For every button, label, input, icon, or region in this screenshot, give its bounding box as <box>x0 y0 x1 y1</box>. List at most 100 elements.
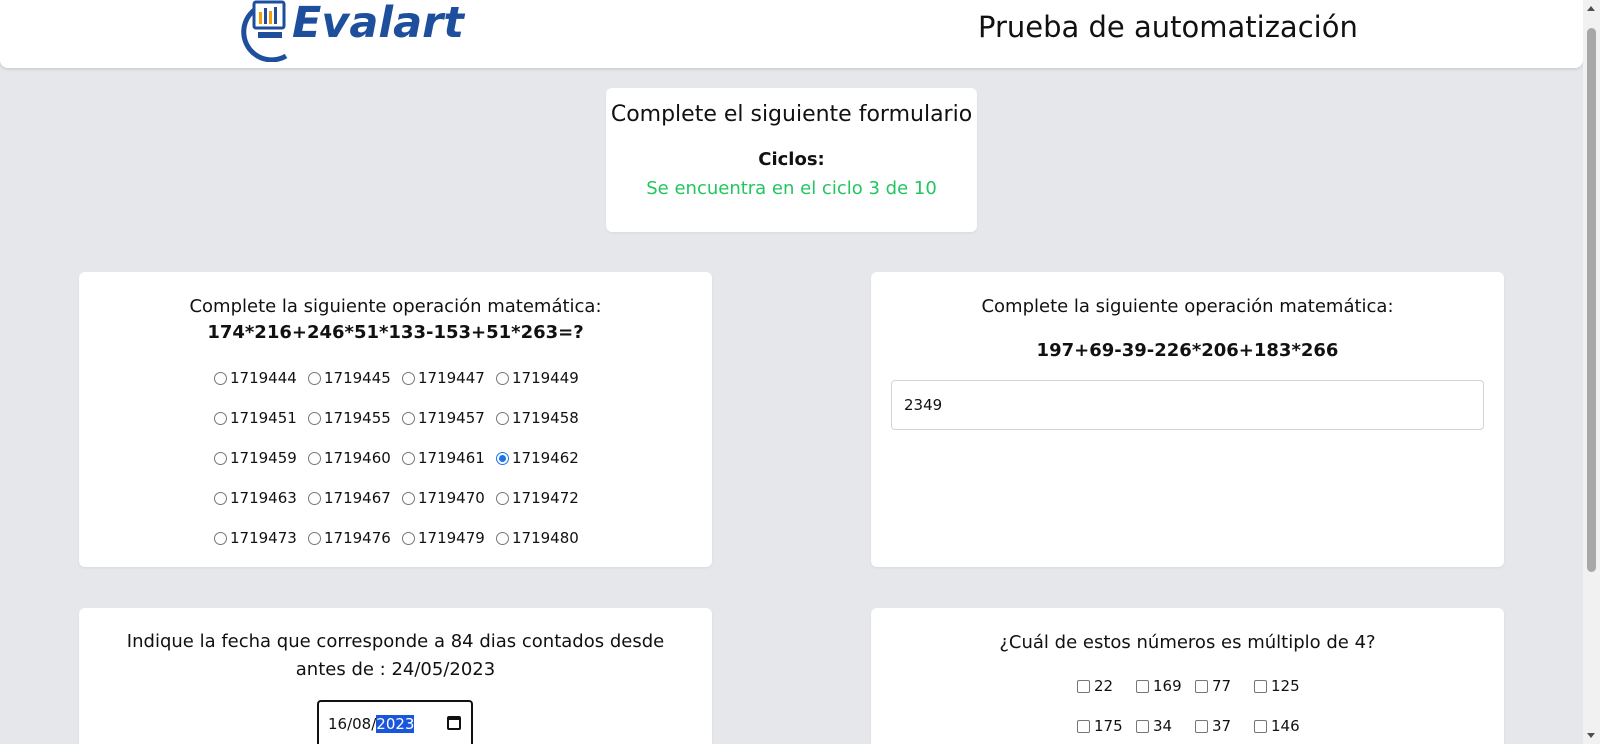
checkbox-option-label: 34 <box>1153 717 1173 735</box>
radio-button[interactable] <box>496 451 509 465</box>
radio-option[interactable]: 1719472 <box>496 488 590 508</box>
radio-option[interactable]: 1719462 <box>496 448 590 468</box>
radio-button[interactable] <box>308 411 321 425</box>
answer-input[interactable]: 2349 <box>891 380 1484 430</box>
radio-button[interactable] <box>496 531 509 545</box>
radio-option-label: 1719473 <box>230 529 297 547</box>
radio-option-label: 1719458 <box>512 409 579 427</box>
checkbox-option-label: 37 <box>1212 717 1232 735</box>
radio-option-label: 1719470 <box>418 489 485 507</box>
checkbox[interactable] <box>1195 679 1208 693</box>
radio-option[interactable]: 1719467 <box>308 488 402 508</box>
radio-button[interactable] <box>402 451 415 465</box>
radio-button[interactable] <box>308 531 321 545</box>
radio-button[interactable] <box>496 491 509 505</box>
radio-button[interactable] <box>308 491 321 505</box>
scroll-down-arrow-icon[interactable] <box>1587 733 1595 738</box>
radio-option[interactable]: 1719463 <box>214 488 308 508</box>
checkbox[interactable] <box>1077 679 1090 693</box>
checkbox-option[interactable]: 175 <box>1077 716 1136 736</box>
radio-option-label: 1719460 <box>324 449 391 467</box>
date-question-card: Indique la fecha que corresponde a 84 di… <box>79 608 712 744</box>
radio-option-label: 1719459 <box>230 449 297 467</box>
radio-option[interactable]: 1719459 <box>214 448 308 468</box>
radio-option-label: 1719447 <box>418 369 485 387</box>
radio-button[interactable] <box>496 371 509 385</box>
date-input[interactable]: 16/08/2023 <box>317 700 473 744</box>
radio-button[interactable] <box>402 491 415 505</box>
top-header: Evalart Prueba de automatización <box>0 0 1583 68</box>
checkbox[interactable] <box>1136 679 1149 693</box>
checkbox[interactable] <box>1254 719 1267 733</box>
checkbox-option[interactable]: 125 <box>1254 676 1313 696</box>
radio-option[interactable]: 1719473 <box>214 528 308 548</box>
radio-option-label: 1719479 <box>418 529 485 547</box>
math-radio-card: Complete la siguiente operación matemáti… <box>79 272 712 567</box>
radio-button[interactable] <box>214 451 227 465</box>
radio-option[interactable]: 1719455 <box>308 408 402 428</box>
radio-option-label: 1719457 <box>418 409 485 427</box>
logo-text: Evalart <box>292 0 464 48</box>
radio-option[interactable]: 1719458 <box>496 408 590 428</box>
checkbox[interactable] <box>1077 719 1090 733</box>
checkbox-option-label: 77 <box>1212 677 1232 695</box>
radio-option[interactable]: 1719449 <box>496 368 590 388</box>
radio-option-label: 1719476 <box>324 529 391 547</box>
radio-option[interactable]: 1719470 <box>402 488 496 508</box>
checkbox-option[interactable]: 146 <box>1254 716 1313 736</box>
checkbox[interactable] <box>1254 679 1267 693</box>
radio-button[interactable] <box>214 531 227 545</box>
radio-option-label: 1719480 <box>512 529 579 547</box>
radio-button[interactable] <box>402 371 415 385</box>
radio-button[interactable] <box>308 451 321 465</box>
radio-option[interactable]: 1719479 <box>402 528 496 548</box>
radio-option-label: 1719462 <box>512 449 579 467</box>
form-intro-card: Complete el siguiente formulario Ciclos:… <box>606 88 977 232</box>
radio-option[interactable]: 1719445 <box>308 368 402 388</box>
checkbox-option[interactable]: 22 <box>1077 676 1136 696</box>
checkbox[interactable] <box>1136 719 1149 733</box>
date-year-selected: 2023 <box>376 715 415 733</box>
radio-option-label: 1719463 <box>230 489 297 507</box>
radio-option[interactable]: 1719476 <box>308 528 402 548</box>
radio-options: 1719444 1719445 1719447 1719449 1719451 17194… <box>214 368 590 568</box>
radio-button[interactable] <box>214 491 227 505</box>
radio-option-label: 1719445 <box>324 369 391 387</box>
vertical-scrollbar[interactable] <box>1583 0 1600 744</box>
multiple-question: ¿Cuál de estos números es múltiplo de 4? <box>999 632 1376 653</box>
radio-button[interactable] <box>214 411 227 425</box>
radio-option[interactable]: 1719461 <box>402 448 496 468</box>
radio-option[interactable]: 1719460 <box>308 448 402 468</box>
math-input-card: Complete la siguiente operación matemáti… <box>871 272 1504 567</box>
checkbox-option-label: 125 <box>1271 677 1300 695</box>
radio-option[interactable]: 1719457 <box>402 408 496 428</box>
scroll-up-arrow-icon[interactable] <box>1587 6 1595 11</box>
radio-option-label: 1719461 <box>418 449 485 467</box>
evalart-logo: Evalart <box>236 0 476 62</box>
checkbox-option-label: 22 <box>1094 677 1114 695</box>
page-title: Prueba de automatización <box>978 10 1358 44</box>
math-input-question: Complete la siguiente operación matemáti… <box>981 296 1394 317</box>
form-title: Complete el siguiente formulario <box>610 102 973 127</box>
radio-option-label: 1719455 <box>324 409 391 427</box>
multiple-choice-card: ¿Cuál de estos números es múltiplo de 4?… <box>871 608 1504 744</box>
checkbox-option[interactable]: 37 <box>1195 716 1254 736</box>
checkbox-option[interactable]: 77 <box>1195 676 1254 696</box>
radio-button[interactable] <box>402 531 415 545</box>
radio-option[interactable]: 1719480 <box>496 528 590 548</box>
logo-monitor-icon <box>241 0 288 62</box>
radio-button[interactable] <box>402 411 415 425</box>
math-input-expression: 197+69-39-226*206+183*266 <box>1036 340 1339 361</box>
checkbox[interactable] <box>1195 719 1208 733</box>
radio-option[interactable]: 1719451 <box>214 408 308 428</box>
checkbox-option[interactable]: 169 <box>1136 676 1195 696</box>
calendar-icon[interactable] <box>447 716 461 730</box>
radio-button[interactable] <box>308 371 321 385</box>
radio-option[interactable]: 1719447 <box>402 368 496 388</box>
radio-button[interactable] <box>496 411 509 425</box>
radio-button[interactable] <box>214 371 227 385</box>
checkbox-option[interactable]: 34 <box>1136 716 1195 736</box>
checkbox-option-label: 146 <box>1271 717 1300 735</box>
radio-option[interactable]: 1719444 <box>214 368 308 388</box>
scroll-thumb[interactable] <box>1587 28 1596 572</box>
